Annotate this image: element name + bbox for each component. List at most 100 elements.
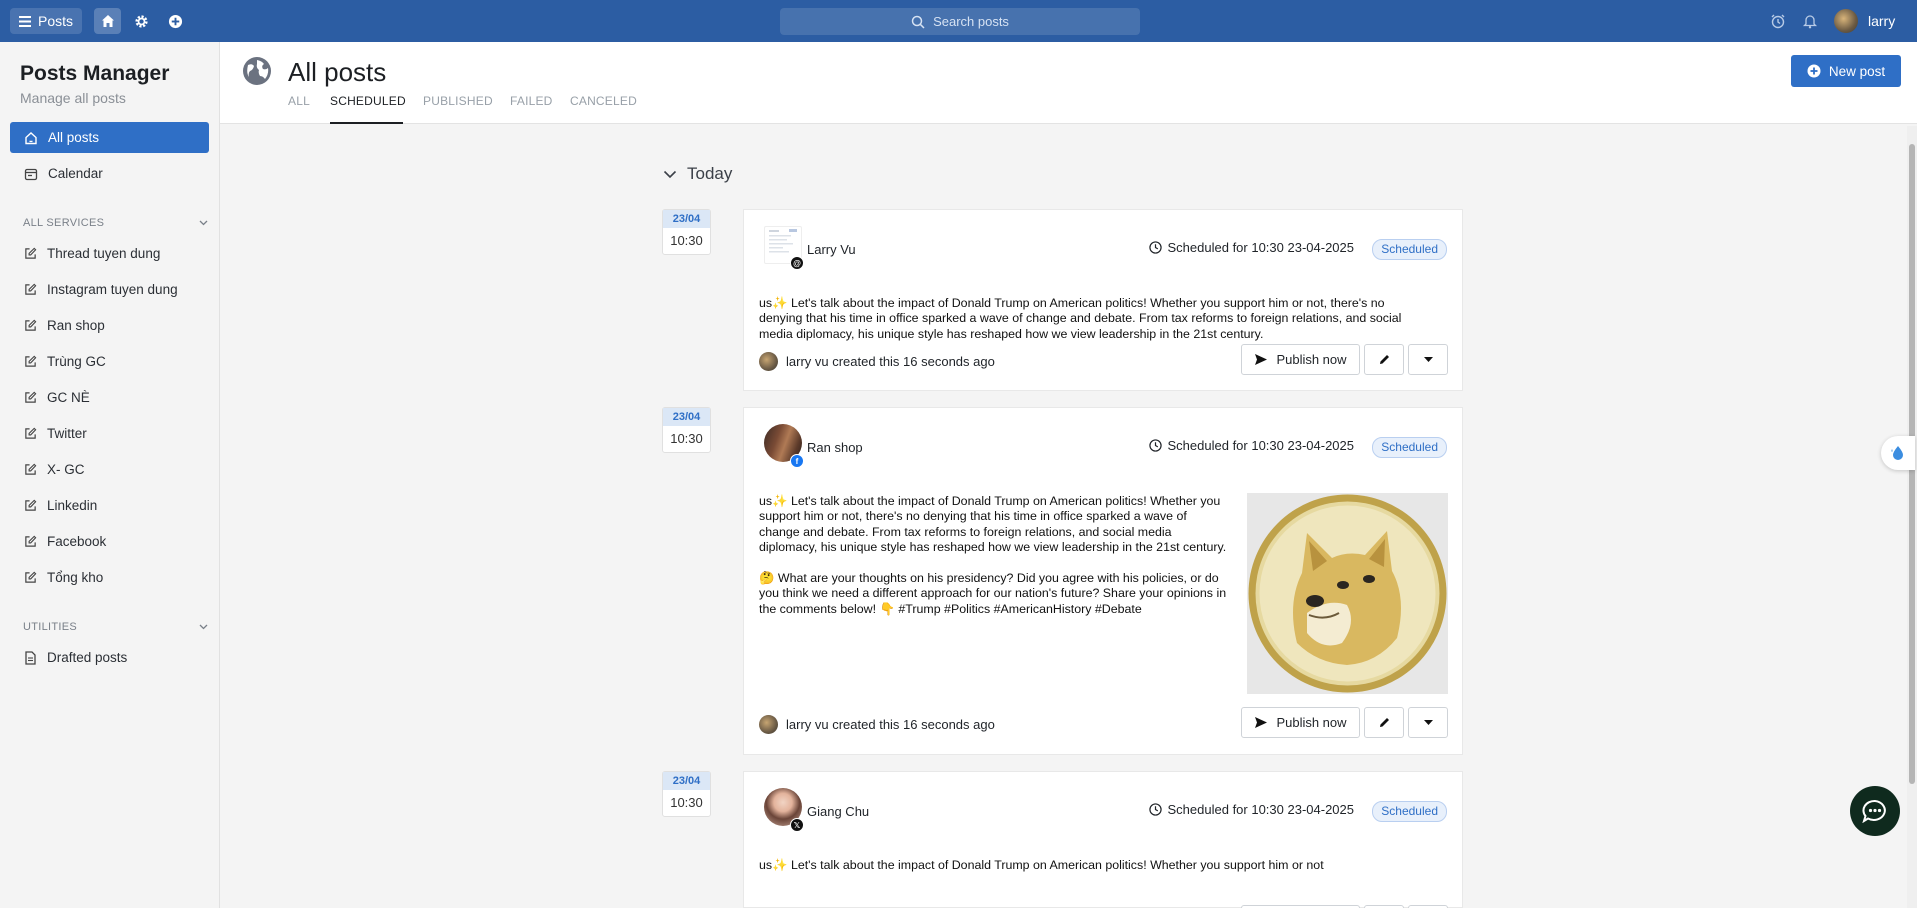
- post-time: 10:30: [670, 233, 703, 248]
- account-name: Ran shop: [807, 440, 863, 455]
- edit-square-icon: [25, 355, 37, 367]
- scheduled-time: Scheduled for 10:30 23-04-2025: [1148, 802, 1354, 817]
- caret-down-icon: [1423, 357, 1433, 362]
- post-text-line: media diplomacy, his unique style has re…: [759, 326, 1264, 341]
- tab-failed[interactable]: FAILED: [510, 94, 553, 108]
- posts-menu-button[interactable]: Posts: [10, 8, 82, 34]
- threads-icon: @: [790, 256, 804, 270]
- more-options-button[interactable]: [1408, 344, 1448, 375]
- post-card: @ Larry Vu Scheduled for 10:30 23-04-202…: [743, 209, 1463, 391]
- alarm-clock-icon[interactable]: [1770, 13, 1786, 29]
- add-button[interactable]: [162, 8, 188, 34]
- post-date: 23/04: [663, 210, 710, 228]
- sidebar-item-label: Instagram tuyen dung: [47, 282, 178, 297]
- tab-all[interactable]: ALL: [288, 94, 310, 108]
- sidebar-item-service[interactable]: Ran shop: [10, 310, 209, 341]
- sidebar-item-service[interactable]: X- GC: [10, 454, 209, 485]
- facebook-icon: f: [790, 454, 804, 468]
- sidebar-item-drafted-posts[interactable]: Drafted posts: [10, 642, 209, 673]
- search-icon: [911, 15, 925, 29]
- sidebar-item-service[interactable]: Twitter: [10, 418, 209, 449]
- more-options-button[interactable]: [1408, 707, 1448, 738]
- tab-canceled[interactable]: CANCELED: [570, 94, 637, 108]
- chevron-down-icon: [199, 220, 208, 226]
- page-title: All posts: [288, 57, 387, 87]
- post-time: 10:30: [670, 431, 703, 446]
- post-text-line: the comments below! 👇 #Trump #Politics #…: [759, 601, 1142, 616]
- account-name: Giang Chu: [807, 804, 870, 819]
- sidebar-item-service[interactable]: Tổng kho: [10, 562, 209, 593]
- sidebar-item-service[interactable]: Linkedin: [10, 490, 209, 521]
- status-badge: Scheduled: [1372, 801, 1447, 822]
- bell-icon[interactable]: [1802, 13, 1818, 29]
- user-name[interactable]: larry: [1868, 13, 1895, 29]
- tab-published[interactable]: PUBLISHED: [423, 94, 493, 108]
- edit-square-icon: [25, 463, 37, 475]
- scheduled-text: Scheduled for 10:30 23-04-2025: [1167, 802, 1354, 817]
- creator-info: larry vu created this 16 seconds ago: [759, 715, 995, 734]
- clock-icon: [1148, 803, 1162, 816]
- droplet-widget-button[interactable]: [1881, 436, 1915, 470]
- chevron-down-icon: [663, 170, 677, 178]
- post-content: us✨ Let's talk about the impact of Donal…: [759, 494, 1226, 617]
- date-group-toggle[interactable]: Today: [663, 164, 732, 184]
- post-date: 23/04: [663, 772, 710, 790]
- sidebar-item-service[interactable]: Thread tuyen dung: [10, 238, 209, 269]
- search-input[interactable]: Search posts: [780, 8, 1140, 35]
- sidebar-item-service[interactable]: Facebook: [10, 526, 209, 557]
- calendar-icon: [24, 168, 38, 180]
- post-text-spacer: [759, 556, 1226, 571]
- sidebar-item-all-posts[interactable]: All posts: [10, 122, 209, 153]
- sidebar-item-label: Trùng GC: [47, 354, 106, 369]
- search-placeholder: Search posts: [933, 14, 1009, 29]
- edit-button[interactable]: [1364, 707, 1404, 738]
- publish-now-button[interactable]: Publish now: [1241, 707, 1360, 738]
- new-post-button[interactable]: New post: [1791, 55, 1901, 87]
- sidebar-item-service[interactable]: Instagram tuyen dung: [10, 274, 209, 305]
- post-image[interactable]: [1247, 493, 1448, 694]
- services-section-header[interactable]: ALL SERVICES: [23, 217, 208, 229]
- send-icon: [1255, 717, 1268, 728]
- sidebar-title: Posts Manager: [20, 62, 170, 85]
- pencil-icon: [1379, 718, 1389, 727]
- settings-button[interactable]: [128, 8, 154, 34]
- edit-square-icon: [25, 571, 37, 583]
- clock-icon: [1148, 241, 1162, 254]
- scheduled-time: Scheduled for 10:30 23-04-2025: [1148, 438, 1354, 453]
- creator-avatar: [759, 715, 778, 734]
- publish-now-label: Publish now: [1276, 715, 1347, 730]
- plus-circle-icon: [168, 14, 182, 28]
- clock-icon: [1148, 439, 1162, 452]
- sidebar-item-label: Thread tuyen dung: [47, 246, 161, 261]
- chat-widget-button[interactable]: [1850, 786, 1900, 836]
- edit-square-icon: [25, 319, 37, 331]
- edit-button[interactable]: [1364, 344, 1404, 375]
- sidebar-item-label: Calendar: [48, 166, 103, 181]
- sidebar-item-label: GC NÈ: [47, 390, 90, 405]
- edit-square-icon: [25, 247, 37, 259]
- chat-bubble-icon: [1862, 799, 1886, 823]
- post-text-line: support him or not, there's no denying t…: [759, 509, 1187, 524]
- post-text-line: 🤔 What are your thoughts on his presiden…: [759, 571, 1219, 586]
- home-button[interactable]: [94, 8, 121, 34]
- sidebar: Posts Manager Manage all posts All posts…: [0, 42, 220, 908]
- active-tab-indicator: [330, 122, 403, 124]
- edit-square-icon: [25, 391, 37, 403]
- creator-info: larry vu created this 16 seconds ago: [759, 352, 995, 371]
- post-text-line: us✨ Let's talk about the impact of Donal…: [759, 296, 1385, 310]
- user-avatar[interactable]: [1834, 9, 1858, 33]
- sidebar-item-service[interactable]: Trùng GC: [10, 346, 209, 377]
- sidebar-item-service[interactable]: GC NÈ: [10, 382, 209, 413]
- top-bar: Posts Search posts larry: [0, 0, 1917, 42]
- post-text-line: change and debate. From tax reforms to f…: [759, 524, 1172, 539]
- globe-icon: [243, 57, 271, 85]
- creator-text: larry vu created this 16 seconds ago: [786, 354, 995, 369]
- sidebar-item-calendar[interactable]: Calendar: [10, 158, 209, 189]
- tab-scheduled[interactable]: SCHEDULED: [330, 94, 406, 108]
- post-date: 23/04: [663, 408, 710, 426]
- post-text-line: us✨ Let's talk about the impact of Donal…: [759, 494, 1221, 508]
- post-content: us✨ Let's talk about the impact of Donal…: [759, 858, 1324, 873]
- publish-now-button[interactable]: Publish now: [1241, 344, 1360, 375]
- publish-now-label: Publish now: [1276, 352, 1347, 367]
- utilities-section-header[interactable]: UTILITIES: [23, 621, 208, 633]
